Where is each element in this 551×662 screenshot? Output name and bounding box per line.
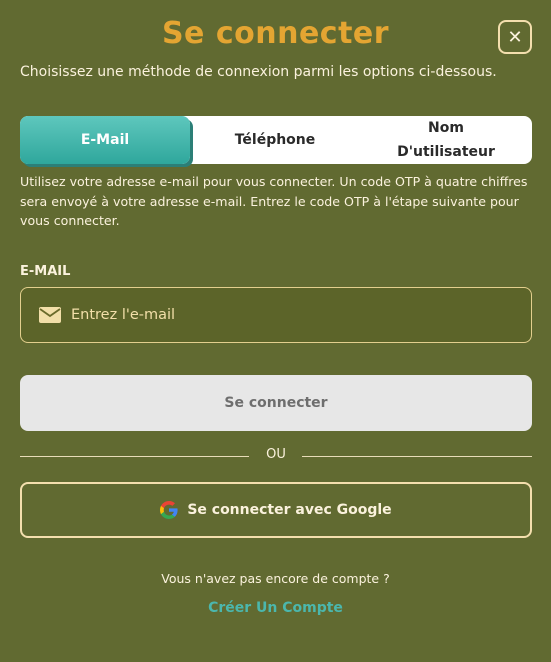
or-divider: OU bbox=[20, 446, 532, 466]
login-button[interactable]: Se connecter bbox=[20, 375, 532, 431]
tab-username[interactable]: Nom D'utilisateur bbox=[360, 116, 532, 164]
close-icon: ✕ bbox=[507, 26, 523, 48]
tab-phone[interactable]: Téléphone bbox=[190, 116, 360, 164]
mail-icon bbox=[39, 307, 61, 323]
divider-label: OU bbox=[266, 447, 286, 462]
tab-username-label: Nom D'utilisateur bbox=[397, 120, 495, 160]
login-modal: Se connecter ✕ Choisissez une méthode de… bbox=[0, 0, 551, 662]
modal-title: Se connecter bbox=[161, 16, 390, 51]
google-login-label: Se connecter avec Google bbox=[187, 502, 392, 518]
google-icon bbox=[160, 501, 178, 519]
help-text: Utilisez votre adresse e-mail pour vous … bbox=[20, 174, 528, 228]
google-login-button[interactable]: Se connecter avec Google bbox=[20, 482, 532, 538]
create-account-link[interactable]: Créer Un Compte bbox=[0, 600, 551, 616]
email-field-label: E-MAIL bbox=[20, 264, 71, 279]
modal-subtitle: Choisissez une méthode de connexion parm… bbox=[20, 64, 497, 80]
close-button[interactable]: ✕ bbox=[498, 20, 532, 54]
email-input[interactable] bbox=[69, 306, 531, 324]
email-field[interactable] bbox=[20, 287, 532, 343]
login-method-tabs: E-Mail Téléphone Nom D'utilisateur bbox=[20, 116, 532, 164]
tab-email[interactable]: E-Mail bbox=[20, 116, 190, 164]
divider-line-right bbox=[302, 456, 532, 457]
no-account-text: Vous n'avez pas encore de compte ? bbox=[161, 571, 390, 586]
